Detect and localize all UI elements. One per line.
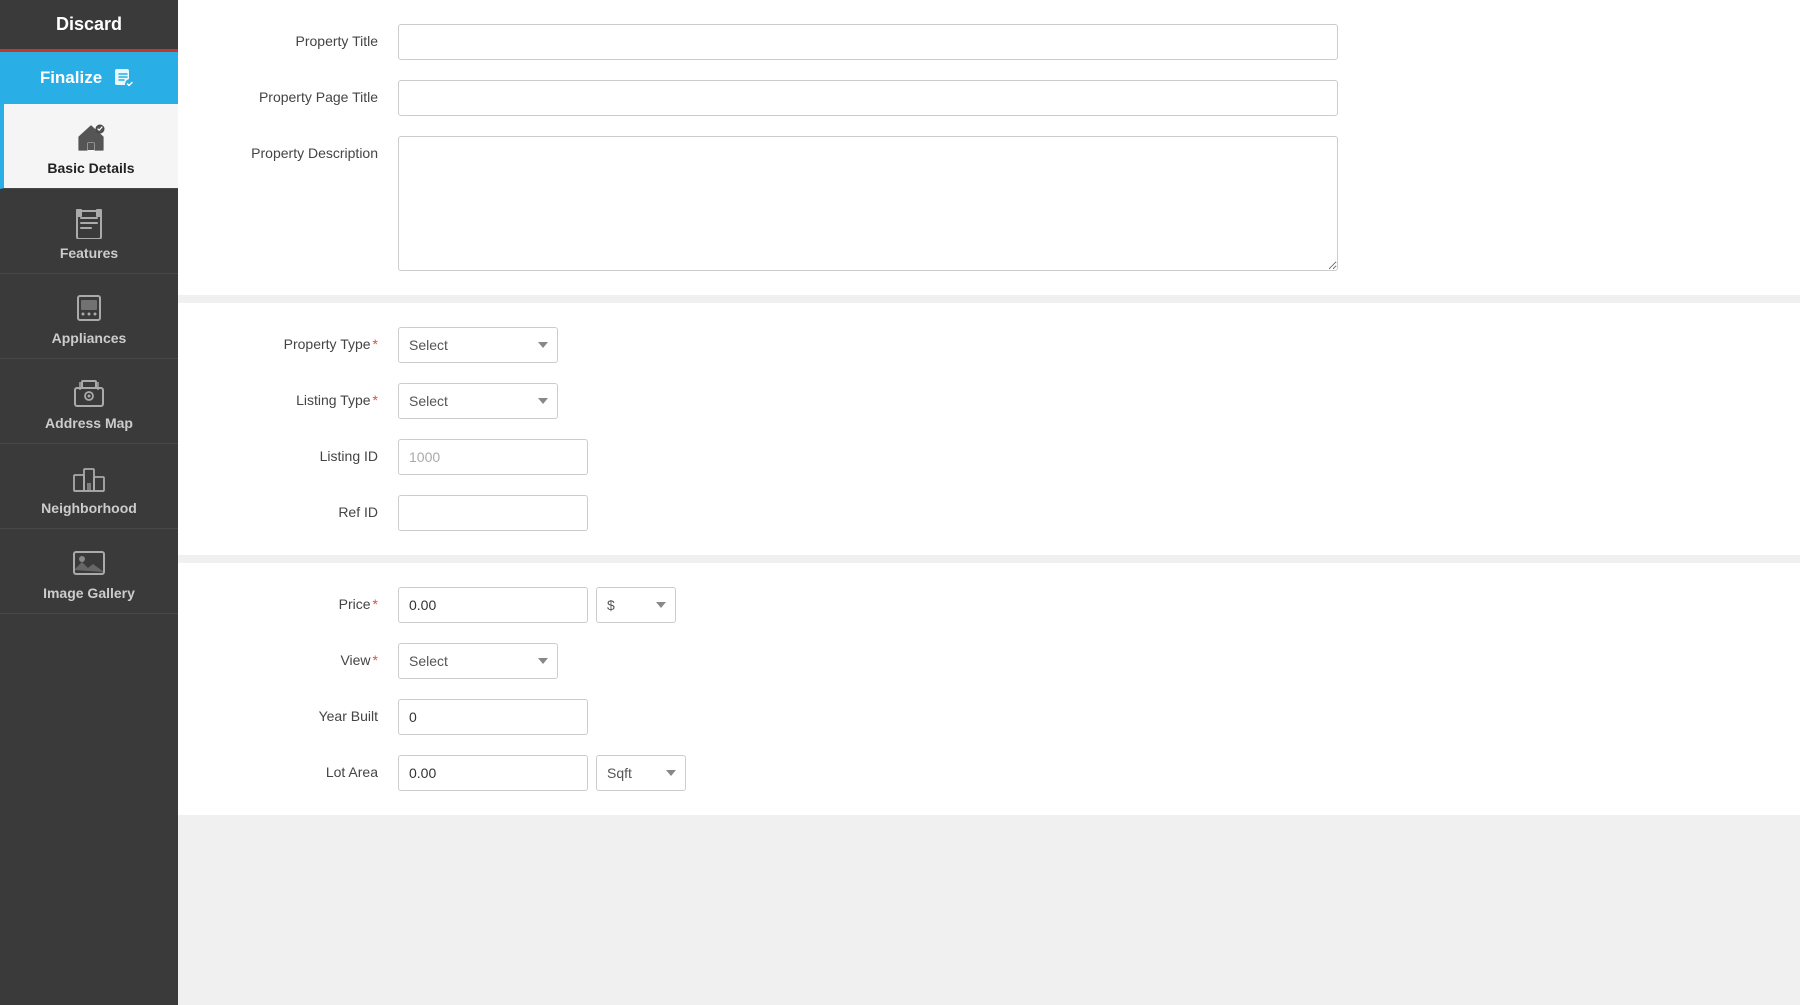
view-label: View* bbox=[218, 643, 398, 671]
listing-type-select-wrapper: Select For Sale For Rent For Lease bbox=[398, 383, 558, 419]
listing-id-label: Listing ID bbox=[218, 439, 398, 467]
sidebar-item-address-map[interactable]: Address Map bbox=[0, 359, 178, 444]
lot-area-label: Lot Area bbox=[218, 755, 398, 783]
image-gallery-icon bbox=[71, 545, 107, 581]
listing-type-label: Listing Type* bbox=[218, 383, 398, 411]
view-row: View* Select City View Ocean View Mounta… bbox=[218, 643, 1760, 679]
listing-id-input[interactable] bbox=[398, 439, 588, 475]
sidebar-item-label-neighborhood: Neighborhood bbox=[41, 500, 137, 516]
currency-select[interactable]: $ € £ ¥ bbox=[596, 587, 676, 623]
finalize-icon bbox=[110, 64, 138, 92]
main-content: Property Title Property Page Title Prope… bbox=[178, 0, 1800, 1005]
property-page-title-label: Property Page Title bbox=[218, 80, 398, 108]
sidebar-item-image-gallery[interactable]: Image Gallery bbox=[0, 529, 178, 614]
year-built-row: Year Built bbox=[218, 699, 1760, 735]
listing-type-required: * bbox=[373, 392, 378, 408]
address-map-icon bbox=[71, 375, 107, 411]
property-page-title-input[interactable] bbox=[398, 80, 1338, 116]
form-section-type: Property Type* Select House Apartment Co… bbox=[178, 303, 1800, 555]
price-row: Price* $ € £ ¥ bbox=[218, 587, 1760, 623]
home-icon bbox=[73, 120, 109, 156]
property-title-input[interactable] bbox=[398, 24, 1338, 60]
property-type-row: Property Type* Select House Apartment Co… bbox=[218, 327, 1760, 363]
sidebar-item-basic-details[interactable]: Basic Details bbox=[0, 104, 178, 189]
ref-id-input[interactable] bbox=[398, 495, 588, 531]
view-required: * bbox=[373, 652, 378, 668]
finalize-label: Finalize bbox=[40, 68, 102, 88]
sidebar-item-label-image-gallery: Image Gallery bbox=[43, 585, 135, 601]
view-select-wrapper: Select City View Ocean View Mountain Vie… bbox=[398, 643, 558, 679]
property-page-title-row: Property Page Title bbox=[218, 80, 1760, 116]
property-description-label: Property Description bbox=[218, 136, 398, 164]
finalize-button[interactable]: Finalize bbox=[0, 52, 178, 104]
price-input[interactable] bbox=[398, 587, 588, 623]
property-type-required: * bbox=[373, 336, 378, 352]
price-label: Price* bbox=[218, 587, 398, 615]
sidebar-item-label-address-map: Address Map bbox=[45, 415, 133, 431]
property-title-row: Property Title bbox=[218, 24, 1760, 60]
sidebar-item-appliances[interactable]: Appliances bbox=[0, 274, 178, 359]
year-built-input[interactable] bbox=[398, 699, 588, 735]
lot-area-input[interactable] bbox=[398, 755, 588, 791]
currency-select-wrapper: $ € £ ¥ bbox=[596, 587, 676, 623]
ref-id-label: Ref ID bbox=[218, 495, 398, 523]
lot-area-row: Lot Area Sqft Sqm Acre bbox=[218, 755, 1760, 791]
lot-area-unit-select[interactable]: Sqft Sqm Acre bbox=[596, 755, 686, 791]
property-title-label: Property Title bbox=[218, 24, 398, 52]
ref-id-row: Ref ID bbox=[218, 495, 1760, 531]
lot-area-input-group: Sqft Sqm Acre bbox=[398, 755, 686, 791]
sidebar-item-label-features: Features bbox=[60, 245, 118, 261]
neighborhood-icon bbox=[71, 460, 107, 496]
listing-id-row: Listing ID bbox=[218, 439, 1760, 475]
property-type-select[interactable]: Select House Apartment Condo Land Commer… bbox=[398, 327, 558, 363]
sidebar: Discard Finalize Basic Details bbox=[0, 0, 178, 1005]
property-description-row: Property Description bbox=[218, 136, 1760, 271]
property-description-input[interactable] bbox=[398, 136, 1338, 271]
form-section-titles: Property Title Property Page Title Prope… bbox=[178, 0, 1800, 295]
price-required: * bbox=[373, 596, 378, 612]
view-select[interactable]: Select City View Ocean View Mountain Vie… bbox=[398, 643, 558, 679]
appliances-icon bbox=[71, 290, 107, 326]
sidebar-item-features[interactable]: Features bbox=[0, 189, 178, 274]
features-icon bbox=[71, 205, 107, 241]
year-built-spinner bbox=[398, 699, 588, 735]
year-built-label: Year Built bbox=[218, 699, 398, 727]
sidebar-item-label-appliances: Appliances bbox=[52, 330, 127, 346]
listing-type-row: Listing Type* Select For Sale For Rent F… bbox=[218, 383, 1760, 419]
price-input-group: $ € £ ¥ bbox=[398, 587, 676, 623]
lot-area-unit-select-wrapper: Sqft Sqm Acre bbox=[596, 755, 686, 791]
property-type-label: Property Type* bbox=[218, 327, 398, 355]
form-section-price: Price* $ € £ ¥ View* Se bbox=[178, 563, 1800, 815]
property-type-select-wrapper: Select House Apartment Condo Land Commer… bbox=[398, 327, 558, 363]
discard-button[interactable]: Discard bbox=[0, 0, 178, 52]
sidebar-item-neighborhood[interactable]: Neighborhood bbox=[0, 444, 178, 529]
sidebar-item-label-basic-details: Basic Details bbox=[47, 160, 134, 176]
listing-type-select[interactable]: Select For Sale For Rent For Lease bbox=[398, 383, 558, 419]
